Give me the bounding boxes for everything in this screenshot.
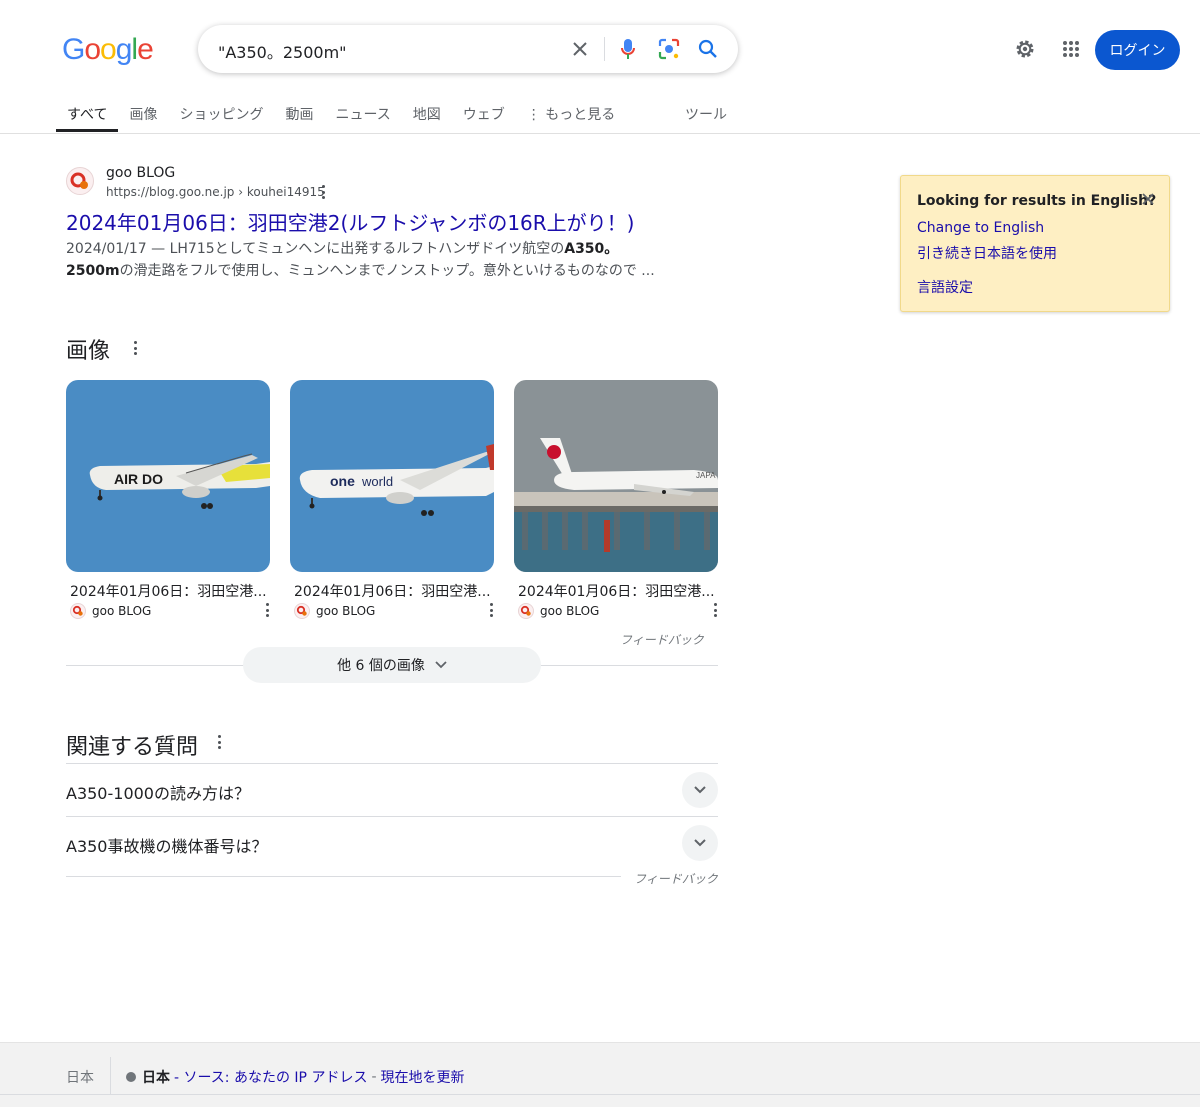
- image-thumb-jal[interactable]: JAPA: [514, 380, 718, 572]
- svg-text:JAPA: JAPA: [696, 471, 716, 480]
- footer-separator: [110, 1057, 111, 1095]
- paa-question-text: A350-1000の読み方は？: [66, 784, 250, 803]
- tab-1[interactable]: 画像: [118, 96, 168, 132]
- image-thumb-airdo[interactable]: AIR DO: [66, 380, 270, 572]
- svg-text:world: world: [361, 474, 393, 489]
- update-location-link[interactable]: 現在地を更新: [381, 1067, 465, 1087]
- camera-lens-icon[interactable]: [657, 37, 681, 61]
- paa-question-row[interactable]: A350事故機の機体番号は？: [66, 816, 718, 869]
- image-source-name: goo BLOG: [92, 604, 152, 618]
- snippet-text-pre: — LH715としてミュンヘンに出発するルフトハンザドイツ航空の: [146, 241, 565, 257]
- paa-end-divider: [66, 876, 621, 877]
- footer-bottom-bar: [0, 1094, 1200, 1107]
- images-more-icon[interactable]: [132, 341, 138, 355]
- image-thumb-oneworld[interactable]: one world: [290, 380, 494, 572]
- tab-6[interactable]: ウェブ: [452, 96, 516, 132]
- language-suggestion-card: Looking for results in English? Change t…: [900, 175, 1170, 312]
- paa-title: 関連する質問: [66, 735, 199, 760]
- snippet-text-post: の滑走路をフルで使用し、ミュンヘンまでノンストップ。意外といけるものなので ..…: [119, 263, 655, 279]
- more-images-button[interactable]: 他 6 個の画像: [243, 647, 541, 683]
- svg-text:one: one: [330, 473, 355, 489]
- apps-grid-icon[interactable]: [1059, 37, 1083, 61]
- tab-0[interactable]: すべて: [56, 96, 119, 132]
- footer-country: 日本: [66, 1070, 94, 1086]
- image-caption[interactable]: 2024年01月06日：羽田空港...: [70, 581, 267, 601]
- image-source[interactable]: goo BLOG: [70, 603, 151, 619]
- tab-4[interactable]: ニュース: [324, 96, 401, 132]
- language-settings-link[interactable]: 言語設定: [917, 277, 973, 297]
- more-images-label: 他 6 個の画像: [337, 658, 425, 674]
- close-icon[interactable]: [1139, 190, 1157, 208]
- image-more-icon[interactable]: [264, 603, 270, 617]
- image-caption[interactable]: 2024年01月06日：羽田空港...: [294, 581, 491, 601]
- search-divider: [604, 37, 605, 61]
- tab-7[interactable]: ⋮ もっと見る: [516, 96, 626, 132]
- images-section-title: 画像: [66, 339, 111, 364]
- footer-location-name: 日本: [142, 1070, 170, 1086]
- image-source[interactable]: goo BLOG: [518, 603, 599, 619]
- tools-button[interactable]: ツール: [685, 104, 727, 124]
- paa-question-text: A350事故機の機体番号は？: [66, 837, 268, 856]
- tab-2[interactable]: ショッピング: [168, 96, 274, 132]
- footer-location: 日本 - ソース: あなたの IP アドレス - 現在地を更新: [126, 1067, 465, 1087]
- chevron-down-icon[interactable]: [682, 825, 718, 861]
- image-source[interactable]: goo BLOG: [294, 603, 375, 619]
- tabs-divider: [0, 133, 1200, 134]
- logo-letter: G: [62, 33, 85, 66]
- search-results-page: Google "A350。2500m" ログイン すべて 画像 ショッピング 動…: [0, 0, 1200, 1107]
- search-tabs: すべて 画像 ショッピング 動画 ニュース 地図 ウェブ ⋮ もっと見る: [56, 96, 626, 134]
- chevron-down-icon[interactable]: [682, 772, 718, 808]
- google-logo[interactable]: Google: [62, 32, 154, 68]
- close-icon[interactable]: [568, 37, 592, 61]
- result-site-name[interactable]: goo BLOG: [106, 165, 175, 181]
- tab-5[interactable]: 地図: [402, 96, 452, 132]
- footer-source-link[interactable]: - ソース: あなたの IP アドレス: [174, 1067, 367, 1087]
- image-more-icon[interactable]: [488, 603, 494, 617]
- images-feedback-link[interactable]: フィードバック: [620, 631, 704, 648]
- logo-letter: e: [137, 33, 154, 66]
- goo-favicon: [518, 603, 534, 619]
- goo-favicon[interactable]: [66, 167, 94, 195]
- result-title-link[interactable]: 2024年01月06日：羽田空港2(ルフトジャンボの16R上がり！): [66, 207, 634, 236]
- keep-japanese-link[interactable]: 引き続き日本語を使用: [917, 243, 1057, 263]
- tab-3[interactable]: 動画: [274, 96, 324, 132]
- image-source-name: goo BLOG: [540, 604, 600, 618]
- login-button[interactable]: ログイン: [1095, 30, 1180, 70]
- paa-question-row[interactable]: A350-1000の読み方は？: [66, 763, 718, 816]
- search-input[interactable]: "A350。2500m": [218, 39, 347, 63]
- goo-favicon: [70, 603, 86, 619]
- paa-more-icon[interactable]: [216, 735, 222, 749]
- image-caption[interactable]: 2024年01月06日：羽田空港...: [518, 581, 715, 601]
- paa-feedback-link[interactable]: フィードバック: [634, 870, 718, 887]
- lang-card-title: Looking for results in English?: [917, 193, 1157, 209]
- search-box[interactable]: "A350。2500m": [198, 25, 738, 73]
- logo-letter: o: [100, 33, 117, 66]
- result-more-icon[interactable]: [320, 185, 326, 199]
- result-date: 2024/01/17: [66, 241, 147, 257]
- chevron-down-icon: [435, 657, 447, 673]
- logo-letter: o: [84, 33, 101, 66]
- goo-favicon: [294, 603, 310, 619]
- footer: 日本 日本 - ソース: あなたの IP アドレス - 現在地を更新: [0, 1042, 1200, 1095]
- gear-icon[interactable]: [1013, 37, 1037, 61]
- result-snippet: 2024/01/17 — LH715としてミュンヘンに出発するルフトハンザドイツ…: [66, 238, 666, 282]
- svg-text:AIR DO: AIR DO: [114, 471, 163, 487]
- image-more-icon[interactable]: [712, 603, 718, 617]
- image-source-name: goo BLOG: [316, 604, 376, 618]
- location-dot-icon: [126, 1072, 136, 1082]
- search-icon[interactable]: [696, 37, 720, 61]
- change-to-english-link[interactable]: Change to English: [917, 220, 1044, 236]
- result-url[interactable]: https://blog.goo.ne.jp › kouhei14915: [106, 185, 325, 199]
- logo-letter: g: [115, 33, 133, 66]
- footer-dash: -: [371, 1069, 377, 1085]
- microphone-icon[interactable]: [616, 37, 640, 61]
